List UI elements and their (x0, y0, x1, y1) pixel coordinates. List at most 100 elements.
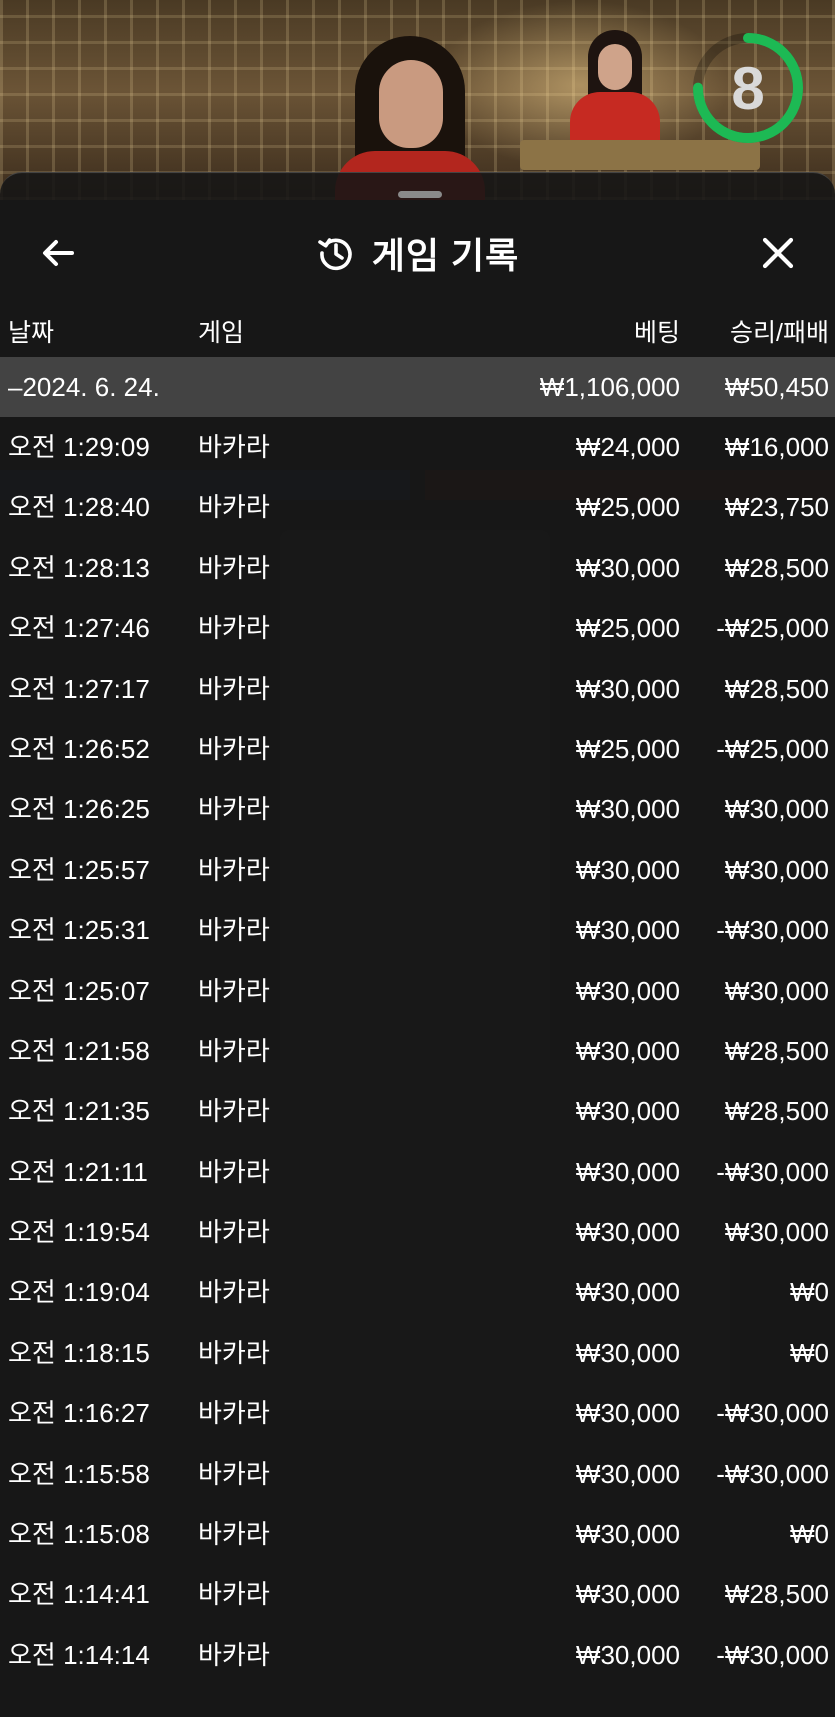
table-row[interactable]: 오전 1:19:54 바카라 ₩30,000 ₩30,000 (0, 1202, 835, 1262)
row-game: 바카라 (198, 854, 270, 885)
group-date: –2024. 6. 24. (8, 372, 160, 402)
row-bet: ₩30,000 (575, 1639, 680, 1670)
row-time: 오전 1:19:04 (8, 1277, 150, 1308)
row-time: 오전 1:19:54 (8, 1217, 150, 1248)
row-result: -₩30,000 (716, 915, 829, 946)
column-date: 날짜 (8, 319, 55, 347)
row-result: ₩28,500 (724, 1035, 829, 1066)
table-row[interactable]: 오전 1:28:13 바카라 ₩30,000 ₩28,500 (0, 538, 835, 598)
table-row[interactable]: 오전 1:28:40 바카라 ₩25,000 ₩23,750 (0, 477, 835, 537)
row-bet: ₩30,000 (575, 915, 680, 946)
row-time: 오전 1:27:17 (8, 673, 150, 704)
row-game: 바카라 (198, 1639, 270, 1670)
table-row[interactable]: 오전 1:21:11 바카라 ₩30,000 -₩30,000 (0, 1142, 835, 1202)
table-row[interactable]: 오전 1:21:58 바카라 ₩30,000 ₩28,500 (0, 1021, 835, 1081)
row-time: 오전 1:21:58 (8, 1035, 150, 1066)
table-row[interactable]: 오전 1:27:17 바카라 ₩30,000 ₩28,500 (0, 659, 835, 719)
column-result: 승리/패배 (730, 319, 829, 347)
row-game: 바카라 (198, 492, 270, 523)
row-time: 오전 1:27:46 (8, 613, 150, 644)
group-bet-total: ₩1,106,000 (539, 372, 680, 402)
table-row[interactable]: 오전 1:21:35 바카라 ₩30,000 ₩28,500 (0, 1081, 835, 1141)
row-game: 바카라 (198, 1035, 270, 1066)
row-bet: ₩30,000 (575, 1035, 680, 1066)
table-row[interactable]: 오전 1:26:52 바카라 ₩25,000 -₩25,000 (0, 719, 835, 779)
row-game: 바카라 (198, 1277, 270, 1308)
row-result: ₩28,500 (724, 1096, 829, 1127)
row-result: ₩0 (790, 1277, 829, 1308)
row-result: ₩28,500 (724, 673, 829, 704)
row-time: 오전 1:26:52 (8, 733, 150, 764)
row-time: 오전 1:15:58 (8, 1458, 150, 1489)
row-time: 오전 1:26:25 (8, 794, 150, 825)
row-bet: ₩30,000 (575, 1217, 680, 1248)
row-game: 바카라 (198, 1519, 270, 1550)
table-row[interactable]: 오전 1:15:08 바카라 ₩30,000 ₩0 (0, 1504, 835, 1564)
game-history-sheet: 게임 기록 날짜 게임 베팅 승리/패배 –2024. 6. 24. ₩1,10… (0, 172, 835, 1717)
timer-value: 8 (731, 54, 765, 122)
row-time: 오전 1:21:35 (8, 1096, 150, 1127)
row-bet: ₩25,000 (575, 492, 680, 523)
row-game: 바카라 (198, 915, 270, 946)
sheet-drag-handle[interactable] (398, 191, 442, 198)
table-row[interactable]: 오전 1:25:57 바카라 ₩30,000 ₩30,000 (0, 840, 835, 900)
row-game: 바카라 (198, 1156, 270, 1187)
row-time: 오전 1:25:07 (8, 975, 150, 1006)
history-list: –2024. 6. 24. ₩1,106,000 ₩50,450 오전 1:29… (0, 357, 835, 1685)
row-bet: ₩25,000 (575, 613, 680, 644)
row-time: 오전 1:16:27 (8, 1398, 150, 1429)
group-result-total: ₩50,450 (724, 372, 829, 402)
row-bet: ₩30,000 (575, 975, 680, 1006)
row-result: ₩0 (790, 1337, 829, 1368)
date-group-row[interactable]: –2024. 6. 24. ₩1,106,000 ₩50,450 (0, 357, 835, 417)
column-bet: 베팅 (633, 319, 680, 347)
row-game: 바카라 (198, 733, 270, 764)
row-bet: ₩25,000 (575, 733, 680, 764)
close-button[interactable] (750, 225, 806, 281)
row-game: 바카라 (198, 1337, 270, 1368)
row-game: 바카라 (198, 552, 270, 583)
row-time: 오전 1:28:40 (8, 492, 150, 523)
dealer-secondary (570, 30, 660, 154)
table-row[interactable]: 오전 1:19:04 바카라 ₩30,000 ₩0 (0, 1262, 835, 1322)
column-headers: 날짜 게임 베팅 승리/패배 (0, 301, 835, 357)
row-result: -₩30,000 (716, 1156, 829, 1187)
live-video: 8 (0, 0, 835, 200)
table-row[interactable]: 오전 1:25:07 바카라 ₩30,000 ₩30,000 (0, 961, 835, 1021)
row-result: -₩25,000 (716, 613, 829, 644)
page-title: 게임 기록 (371, 235, 520, 276)
table-row[interactable]: 오전 1:29:09 바카라 ₩24,000 ₩16,000 (0, 417, 835, 477)
row-result: ₩23,750 (724, 492, 829, 523)
column-game: 게임 (198, 319, 245, 347)
table-row[interactable]: 오전 1:15:58 바카라 ₩30,000 -₩30,000 (0, 1444, 835, 1504)
history-icon (317, 238, 352, 271)
row-bet: ₩30,000 (575, 552, 680, 583)
table-row[interactable]: 오전 1:14:14 바카라 ₩30,000 -₩30,000 (0, 1625, 835, 1685)
countdown-timer: 8 (690, 30, 806, 146)
row-result: -₩30,000 (716, 1398, 829, 1429)
row-time: 오전 1:29:09 (8, 432, 150, 462)
row-bet: ₩30,000 (575, 673, 680, 704)
close-icon (762, 237, 794, 269)
row-game: 바카라 (198, 794, 270, 825)
row-bet: ₩24,000 (575, 432, 680, 462)
table-row[interactable]: 오전 1:14:41 바카라 ₩30,000 ₩28,500 (0, 1564, 835, 1624)
row-game: 바카라 (198, 613, 270, 644)
row-time: 오전 1:21:11 (8, 1156, 148, 1187)
table-row[interactable]: 오전 1:16:27 바카라 ₩30,000 -₩30,000 (0, 1383, 835, 1443)
row-result: ₩30,000 (724, 854, 829, 885)
row-bet: ₩30,000 (575, 854, 680, 885)
row-game: 바카라 (198, 673, 270, 704)
row-time: 오전 1:18:15 (8, 1337, 150, 1368)
row-time: 오전 1:25:57 (8, 854, 150, 885)
row-bet: ₩30,000 (575, 1156, 680, 1187)
table-row[interactable]: 오전 1:25:31 바카라 ₩30,000 -₩30,000 (0, 900, 835, 960)
row-game: 바카라 (198, 1398, 270, 1429)
row-result: ₩16,000 (724, 432, 829, 462)
row-result: ₩30,000 (724, 794, 829, 825)
row-time: 오전 1:14:14 (8, 1639, 150, 1670)
table-row[interactable]: 오전 1:18:15 바카라 ₩30,000 ₩0 (0, 1323, 835, 1383)
row-bet: ₩30,000 (575, 1277, 680, 1308)
table-row[interactable]: 오전 1:26:25 바카라 ₩30,000 ₩30,000 (0, 779, 835, 839)
table-row[interactable]: 오전 1:27:46 바카라 ₩25,000 -₩25,000 (0, 598, 835, 658)
